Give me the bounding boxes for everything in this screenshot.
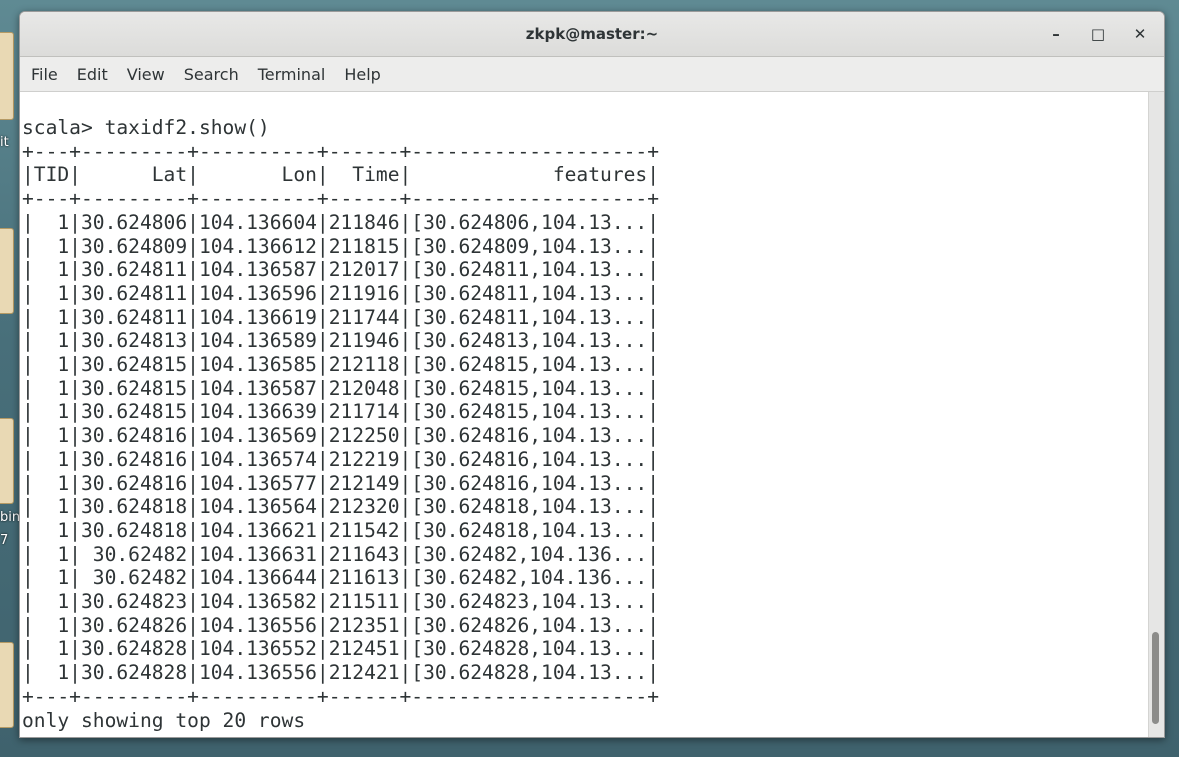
table-row: | 1|30.624811|104.136587|212017|[30.6248… (22, 258, 660, 282)
maximize-icon: □ (1090, 25, 1106, 43)
table-border-top: +---+---------+----------+------+-------… (22, 139, 660, 163)
table-row: | 1|30.624815|104.136587|212048|[30.6248… (22, 376, 660, 400)
table-border-mid: +---+---------+----------+------+-------… (22, 187, 660, 211)
menu-edit[interactable]: Edit (77, 65, 108, 84)
close-icon: ✕ (1133, 25, 1147, 43)
table-row: | 1|30.624818|104.136621|211542|[30.6248… (22, 518, 660, 542)
terminal-output: scala> taxidf2.show() +---+---------+---… (22, 116, 659, 732)
menu-file[interactable]: File (31, 65, 58, 84)
table-row: | 1|30.624828|104.136552|212451|[30.6248… (22, 637, 660, 661)
table-row: | 1|30.624826|104.136556|212351|[30.6248… (22, 613, 660, 637)
minimize-button[interactable]: – (1044, 22, 1068, 46)
close-button[interactable]: ✕ (1128, 22, 1152, 46)
desktop-label-2: bin (0, 510, 21, 525)
table-row: | 1|30.624818|104.136564|212320|[30.6248… (22, 495, 660, 519)
table-row: | 1|30.624809|104.136612|211815|[30.6248… (22, 234, 660, 258)
table-row: | 1| 30.62482|104.136644|211613|[30.6248… (22, 566, 660, 590)
maximize-button[interactable]: □ (1086, 22, 1110, 46)
table-row: | 1|30.624828|104.136556|212421|[30.6248… (22, 661, 660, 685)
menu-help[interactable]: Help (344, 65, 380, 84)
desktop-icon-2[interactable] (0, 228, 14, 314)
desktop-label-1: it (0, 135, 9, 150)
title-bar[interactable]: zkpk@master:~ – □ ✕ (20, 12, 1164, 57)
terminal-window: zkpk@master:~ – □ ✕ File Edit View Searc… (19, 11, 1165, 738)
table-row: | 1|30.624816|104.136574|212219|[30.6248… (22, 447, 660, 471)
table-row: | 1|30.624816|104.136569|212250|[30.6248… (22, 424, 660, 448)
desktop-label-3: 7 (0, 533, 9, 548)
table-row: | 1|30.624811|104.136596|211916|[30.6248… (22, 281, 660, 305)
desktop-icon-1[interactable] (0, 32, 14, 120)
table-border-bottom: +---+---------+----------+------+-------… (22, 684, 660, 708)
menu-terminal[interactable]: Terminal (258, 65, 326, 84)
table-header: |TID| Lat| Lon| Time| features| (22, 163, 660, 187)
table-row: | 1|30.624823|104.136582|211511|[30.6248… (22, 590, 660, 614)
menu-bar: File Edit View Search Terminal Help (20, 57, 1164, 92)
table-row: | 1|30.624815|104.136585|212118|[30.6248… (22, 353, 660, 377)
footer-line: only showing top 20 rows (22, 708, 306, 732)
desktop-icon-3[interactable] (0, 418, 14, 504)
minimize-icon: – (1052, 25, 1060, 43)
prompt-line: scala> taxidf2.show() (22, 116, 270, 139)
table-row: | 1|30.624811|104.136619|211744|[30.6248… (22, 305, 660, 329)
terminal-area[interactable]: scala> taxidf2.show() +---+---------+---… (20, 92, 1149, 737)
scrollbar-thumb[interactable] (1152, 632, 1159, 724)
table-row: | 1|30.624806|104.136604|211846|[30.6248… (22, 210, 660, 234)
table-row: | 1| 30.62482|104.136631|211643|[30.6248… (22, 542, 660, 566)
menu-view[interactable]: View (127, 65, 165, 84)
menu-search[interactable]: Search (184, 65, 239, 84)
table-row: | 1|30.624816|104.136577|212149|[30.6248… (22, 471, 660, 495)
window-title: zkpk@master:~ (525, 25, 659, 43)
scrollbar[interactable] (1148, 92, 1164, 737)
table-row: | 1|30.624813|104.136589|211946|[30.6248… (22, 329, 660, 353)
table-row: | 1|30.624815|104.136639|211714|[30.6248… (22, 400, 660, 424)
desktop-icon-4[interactable] (0, 642, 14, 728)
